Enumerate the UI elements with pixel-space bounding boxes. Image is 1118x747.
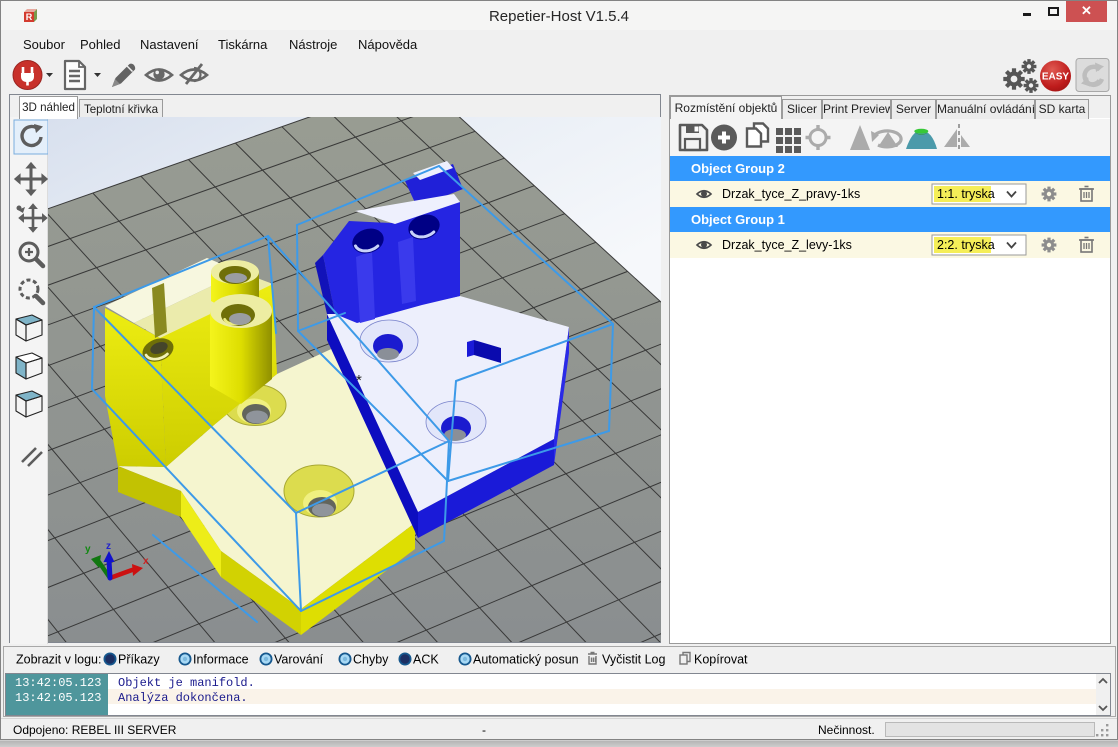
svg-text:1:1. tryska: 1:1. tryska — [937, 187, 995, 201]
svg-text:Vyčistit Log: Vyčistit Log — [602, 653, 666, 667]
svg-text:*: * — [356, 372, 362, 389]
svg-text:2:2. tryska: 2:2. tryska — [937, 238, 995, 252]
svg-text:x: x — [143, 556, 149, 567]
svg-text:Zobrazit v logu:: Zobrazit v logu: — [16, 653, 101, 667]
svg-text:z: z — [106, 541, 111, 552]
svg-text:Varování: Varování — [274, 653, 324, 667]
svg-text:ACK: ACK — [413, 653, 439, 667]
svg-text:Chyby: Chyby — [353, 653, 389, 667]
svg-text:Příkazy: Příkazy — [118, 653, 160, 667]
svg-text:Kopírovat: Kopírovat — [694, 653, 748, 667]
svg-text:Informace: Informace — [193, 653, 249, 667]
svg-text:y: y — [85, 544, 91, 555]
svg-text:Drzak_tyce_Z_pravy-1ks: Drzak_tyce_Z_pravy-1ks — [722, 187, 860, 201]
svg-text:EASY: EASY — [1042, 72, 1070, 83]
svg-text:Drzak_tyce_Z_levy-1ks: Drzak_tyce_Z_levy-1ks — [722, 238, 852, 252]
svg-text:Automatický posun: Automatický posun — [473, 653, 579, 667]
